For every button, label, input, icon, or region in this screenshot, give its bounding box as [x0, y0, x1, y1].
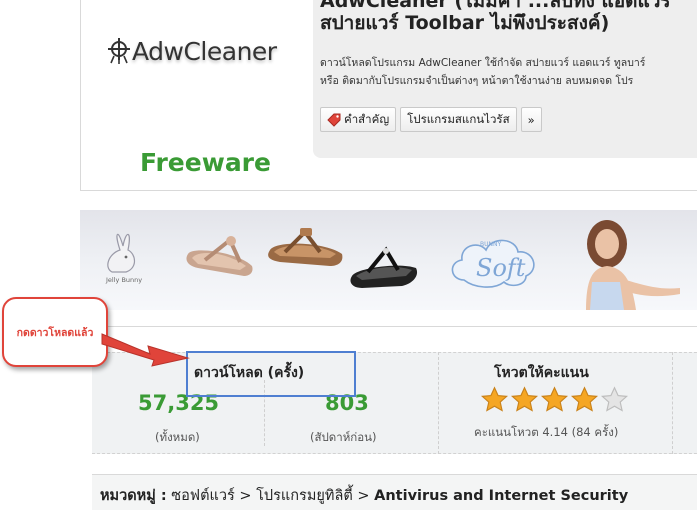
- jelly-bunny-logo: Jelly Bunny: [105, 233, 142, 284]
- breadcrumb-text: หมวดหมู่ : ซอฟต์แวร์ > โปรแกรมยูทิลิตี้ …: [100, 484, 628, 507]
- antivirus-tag-button[interactable]: โปรแกรมสแกนไวรัส: [400, 107, 517, 132]
- product-logo[interactable]: AdwCleaner: [108, 36, 277, 66]
- description-line2: หรือ ติดมากับโปรแกรมจำเป็นต่างๆ หน้าตาใช…: [320, 75, 634, 87]
- sandal-1-image: [186, 236, 253, 276]
- download-count-highlight: [186, 351, 356, 397]
- callout-text: กดดาวโหลดแล้ว: [16, 326, 94, 339]
- banner-left-brand: Jelly Bunny: [105, 276, 142, 284]
- rating-stars[interactable]: [480, 386, 629, 414]
- stats-divider-2: [438, 352, 439, 454]
- logo-wordmark: AdwCleaner: [132, 36, 277, 66]
- download-page: AdwCleaner Freeware AdwCleaner (ไม่มีคำ …: [0, 0, 697, 510]
- rating-header: โหวตให้คะแนน: [494, 365, 589, 381]
- star-filled-icon[interactable]: [570, 386, 599, 414]
- description-line1: ดาวน์โหลดโปรแกรม AdwCleaner ใช้กำจัด สปา…: [320, 57, 646, 69]
- tag-icon: [327, 113, 341, 127]
- rating-summary: คะแนนโหวต 4.14 (84 ครั้ง): [474, 425, 619, 439]
- breadcrumb-separator: >: [239, 488, 252, 504]
- sandal-3-image: [350, 246, 418, 288]
- annotation-callout: กดดาวโหลดแล้ว: [2, 297, 108, 367]
- product-title-line2: สปายแวร์ Toolbar ไม่พึงประสงค์): [320, 12, 610, 34]
- star-filled-icon[interactable]: [480, 386, 509, 414]
- callout-arrow: [101, 333, 190, 367]
- banner-brand: Soft: [476, 254, 526, 282]
- breadcrumb-current-category: Antivirus and Internet Security: [374, 488, 629, 504]
- sandal-2-image: [268, 228, 343, 266]
- license-label: Freeware: [140, 148, 271, 177]
- breadcrumb-link-software[interactable]: ซอฟต์แวร์: [171, 488, 235, 504]
- banner-sub-brand: BUNNY: [480, 241, 501, 248]
- star-empty-icon[interactable]: [600, 386, 629, 414]
- adwcleaner-logo-icon: [108, 38, 130, 64]
- downloads-week-label: (สัปดาห์ก่อน): [310, 430, 377, 444]
- bunny-soft-logo: Soft BUNNY: [451, 239, 535, 288]
- ad-banner[interactable]: Jelly Bunny Soft BUNNY: [80, 210, 697, 310]
- product-description: ดาวน์โหลดโปรแกรม AdwCleaner ใช้กำจัด สปา…: [320, 54, 697, 90]
- stats-divider-3: [672, 352, 673, 454]
- breadcrumb-link-utility[interactable]: โปรแกรมยูทิลิตี้: [256, 488, 353, 504]
- keyword-tag-button[interactable]: คำสำคัญ: [320, 107, 397, 132]
- more-tags-button[interactable]: »: [520, 107, 542, 132]
- star-filled-icon[interactable]: [540, 386, 569, 414]
- breadcrumb-separator: >: [357, 488, 370, 504]
- star-filled-icon[interactable]: [510, 386, 539, 414]
- keyword-tag-label: คำสำคัญ: [344, 111, 390, 126]
- model-photo: [586, 220, 680, 310]
- tag-row: คำสำคัญ โปรแกรมสแกนไวรัส »: [320, 107, 542, 132]
- breadcrumb-prefix: หมวดหมู่ :: [100, 488, 167, 504]
- downloads-total-label: (ทั้งหมด): [155, 430, 200, 444]
- ad-banner-artwork: Jelly Bunny Soft BUNNY: [105, 220, 680, 310]
